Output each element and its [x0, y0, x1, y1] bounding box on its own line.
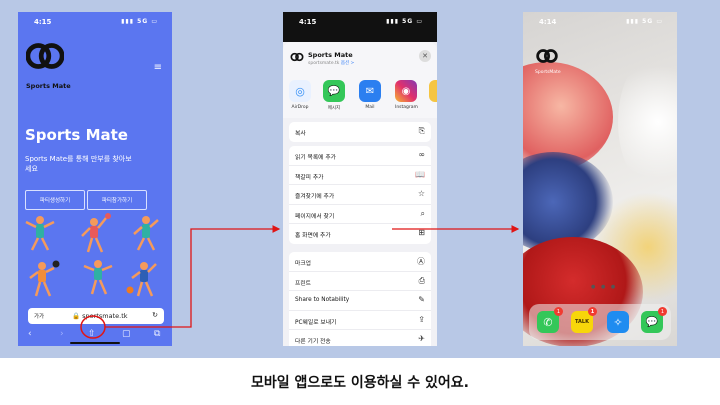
phone-share-sheet: 4:15 ▮▮▮ 5G ▭ Sports Mate sportsmate.tk …	[283, 12, 437, 346]
mail-icon: ✉	[359, 80, 381, 102]
sports-mate-logo-icon	[26, 43, 64, 69]
status-signal: ▮▮▮ 5G ▭	[626, 18, 663, 25]
share-sheet-title: Sports Mate	[308, 51, 353, 59]
action-reading-list[interactable]: 읽기 목록에 추가 ∞	[289, 146, 431, 166]
kakaotalk-app-icon[interactable]: TALK 1	[571, 307, 597, 333]
action-bookmark[interactable]: 책갈피 추가 📖	[289, 166, 431, 185]
status-bar: 4:14 ▮▮▮ 5G ▭	[523, 12, 677, 30]
phone-website: 4:15 ▮▮▮ 5G ▭ Sports Mate ≡ Sports Mate …	[18, 12, 172, 346]
sports-mate-logo-icon	[290, 52, 304, 62]
action-favorites[interactable]: 즐겨찾기에 추가 ☆	[289, 185, 431, 205]
back-icon[interactable]: ‹	[28, 329, 32, 339]
action-notability[interactable]: Share to Notability ✎	[289, 291, 431, 311]
reload-icon[interactable]: ↻	[152, 311, 158, 319]
phone-app-icon[interactable]: ✆ 1	[537, 307, 563, 333]
share-app-mail[interactable]: ✉ Mail	[359, 80, 381, 110]
action-other-device[interactable]: 다른 기기 전송 ✈	[289, 330, 431, 346]
reader-aa-button[interactable]: 가가	[34, 312, 44, 320]
share-sheet-header: Sports Mate sportsmate.tk 옵션 > ✕	[283, 42, 437, 74]
tabs-icon[interactable]: ⧉	[154, 329, 160, 339]
search-icon: ⌕	[420, 208, 425, 218]
sportsmate-home-app[interactable]: SportsMate	[535, 44, 561, 75]
markup-icon: Ⓐ	[417, 257, 425, 266]
hamburger-menu-icon[interactable]: ≡	[154, 62, 162, 73]
app-icon	[429, 80, 437, 102]
hero-description: Sports Mate를 통해 만부를 찾아보세요	[25, 155, 132, 173]
bird-icon: ✈	[418, 334, 425, 343]
safari-address-bar[interactable]: 가가 🔒 sportsmate.tk ↻	[28, 308, 164, 324]
add-square-icon: ⊞	[418, 228, 425, 237]
status-time: 4:15	[34, 18, 52, 26]
page-dots: ● ● ●	[591, 284, 618, 290]
caption: 모바일 앱으로도 이용하실 수 있어요.	[250, 375, 469, 391]
status-signal: ▮▮▮ 5G ▭	[121, 18, 158, 25]
home-indicator	[70, 342, 120, 344]
print-icon: ⎙	[418, 275, 425, 285]
action-add-to-home[interactable]: 홈 화면에 추가 ⊞	[289, 224, 431, 244]
phone-home-screen: 4:14 ▮▮▮ 5G ▭ SportsMate ● ● ● ✆ 1 TALK 1 …	[523, 12, 677, 346]
airdrop-icon: ◎	[289, 80, 311, 102]
messages-app-icon[interactable]: 💬 1	[641, 307, 667, 333]
status-time: 4:15	[299, 18, 317, 26]
action-copy[interactable]: 복사 ⎘	[289, 122, 431, 142]
hero-title: Sports Mate	[25, 126, 128, 144]
action-find-in-page[interactable]: 페이지에서 찾기 ⌕	[289, 205, 431, 224]
action-group-main: 읽기 목록에 추가 ∞ 책갈피 추가 📖 즐겨찾기에 추가 ☆ 페이지에서 찾기 ⌕ 홈…	[289, 146, 431, 244]
share-icon[interactable]: ⇧	[88, 329, 96, 339]
copy-icon: ⎘	[418, 126, 425, 135]
status-bar: 4:15 ▮▮▮ 5G ▭	[283, 12, 437, 42]
status-bar: 4:15 ▮▮▮ 5G ▭	[18, 12, 172, 30]
sports-mate-logo-icon	[535, 44, 559, 68]
action-group-copy: 복사 ⎘	[289, 122, 431, 142]
sports-players-illustration	[25, 213, 159, 297]
share-sheet-subtitle: sportsmate.tk 옵션 >	[308, 61, 355, 66]
pencil-icon: ✎	[418, 295, 425, 304]
options-link[interactable]: 옵션 >	[341, 61, 354, 66]
book-icon: 📖	[415, 169, 425, 179]
status-signal: ▮▮▮ 5G ▭	[386, 18, 423, 25]
home-app-label: SportsMate	[535, 70, 561, 75]
star-icon: ☆	[417, 189, 425, 198]
share-apps-row: ◎ AirDrop 💬 메시지 ✉ Mail ◉ Instagram A	[283, 74, 437, 118]
url-text: 🔒 sportsmate.tk	[72, 312, 128, 320]
share-app-messages[interactable]: 💬 메시지	[323, 80, 345, 111]
close-icon[interactable]: ✕	[419, 50, 431, 62]
share-app-instagram[interactable]: ◉ Instagram	[395, 80, 418, 110]
join-party-button[interactable]: 파티참가하기	[87, 190, 147, 210]
share-app-more[interactable]: A	[429, 80, 437, 110]
bookmarks-icon[interactable]: ▢	[122, 329, 131, 339]
action-group-extra: 마크업 Ⓐ 프린트 ⎙ Share to Notability ✎ PC웨일로 보내기…	[289, 252, 431, 346]
dock: ✆ 1 TALK 1 ✧ 💬 1	[529, 304, 671, 340]
status-time: 4:14	[539, 18, 557, 26]
share-app-airdrop[interactable]: ◎ AirDrop	[289, 80, 311, 110]
create-party-button[interactable]: 파티생성하기	[25, 190, 85, 210]
brand-name: Sports Mate	[26, 82, 71, 90]
action-print[interactable]: 프린트 ⎙	[289, 272, 431, 291]
action-markup[interactable]: 마크업 Ⓐ	[289, 252, 431, 272]
messages-icon: 💬	[323, 80, 345, 102]
send-icon: ⇪	[418, 314, 425, 324]
glasses-icon: ∞	[418, 150, 425, 159]
safari-app-icon[interactable]: ✧	[607, 311, 629, 333]
instagram-icon: ◉	[395, 80, 417, 102]
action-send-to-pc[interactable]: PC웨일로 보내기 ⇪	[289, 311, 431, 330]
forward-icon[interactable]: ›	[60, 329, 64, 339]
